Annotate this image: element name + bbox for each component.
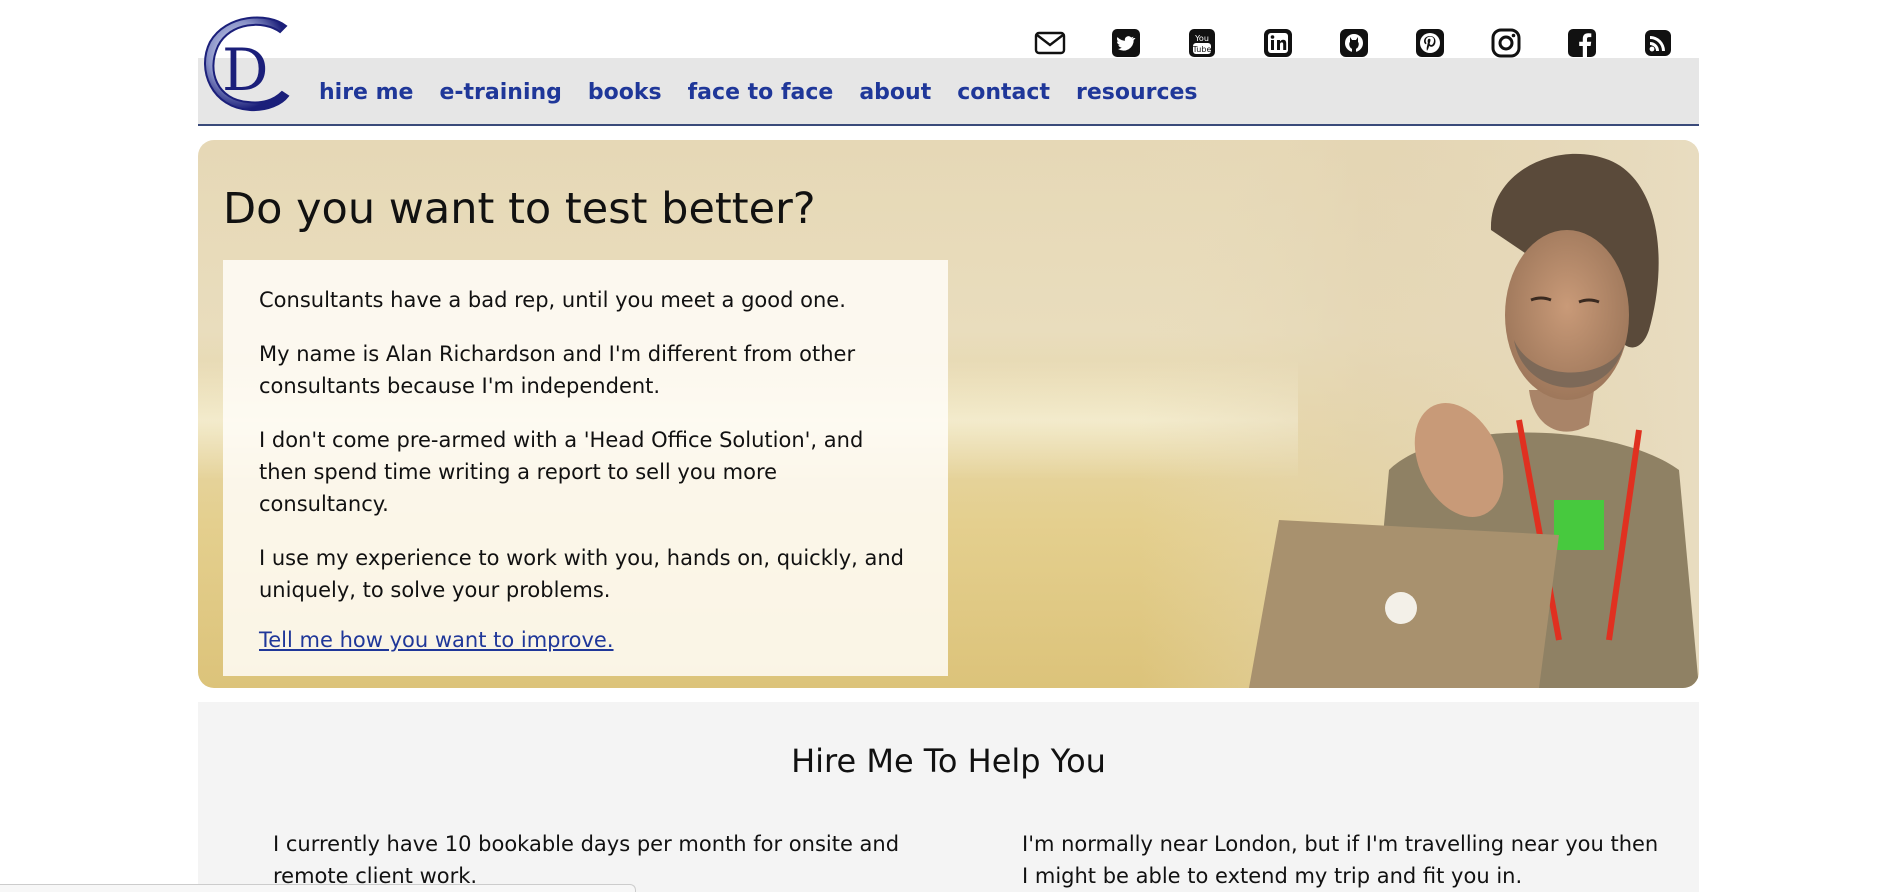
hero-paragraph: I don't come pre-armed with a 'Head Offi… (259, 428, 864, 516)
nav-contact[interactable]: contact (957, 80, 1050, 105)
email-icon[interactable] (1012, 26, 1088, 60)
nav-e-training[interactable]: e-training (439, 80, 561, 105)
travel-text: I'm normally near London, but if I'm tra… (1022, 832, 1659, 888)
nav-about[interactable]: about (859, 80, 931, 105)
rss-icon[interactable] (1620, 26, 1696, 60)
cd-logo-icon: D (204, 16, 290, 112)
hire-me-section: Hire Me To Help You I currently have 10 … (198, 702, 1699, 892)
github-icon[interactable] (1316, 26, 1392, 60)
hero-photo (1139, 140, 1699, 688)
instagram-icon[interactable] (1468, 26, 1544, 60)
twitter-icon[interactable] (1088, 26, 1164, 60)
svg-text:Tube: Tube (1192, 45, 1212, 54)
hero-paragraph: My name is Alan Richardson and I'm diffe… (259, 342, 856, 398)
hero-paragraph: Consultants have a bad rep, until you me… (259, 288, 846, 312)
svg-text:You: You (1194, 34, 1209, 43)
linkedin-icon[interactable] (1240, 26, 1316, 60)
hero-paragraph: I use my experience to work with you, ha… (259, 546, 905, 602)
svg-text:D: D (222, 36, 269, 104)
social-icons: You Tube (1012, 26, 1696, 60)
nav-face-to-face[interactable]: face to face (688, 80, 834, 105)
horizontal-scrollbar[interactable] (0, 884, 636, 892)
facebook-icon[interactable] (1544, 26, 1620, 60)
hero-title: Do you want to test better? (223, 184, 816, 234)
site-logo[interactable]: D (198, 12, 292, 116)
nav-resources[interactable]: resources (1076, 80, 1198, 105)
improve-cta-link[interactable]: Tell me how you want to improve. (259, 628, 614, 652)
youtube-icon[interactable]: You Tube (1164, 26, 1240, 60)
availability-text: I currently have 10 bookable days per mo… (273, 832, 900, 888)
main-nav: hire me e-training books face to face ab… (198, 58, 1699, 126)
hero-banner: Do you want to test better? Consultants … (198, 140, 1699, 688)
section-title: Hire Me To Help You (791, 742, 1106, 780)
hero-intro-card: Consultants have a bad rep, until you me… (223, 260, 948, 676)
pinterest-icon[interactable] (1392, 26, 1468, 60)
nav-books[interactable]: books (588, 80, 662, 105)
nav-hire-me[interactable]: hire me (319, 80, 413, 105)
